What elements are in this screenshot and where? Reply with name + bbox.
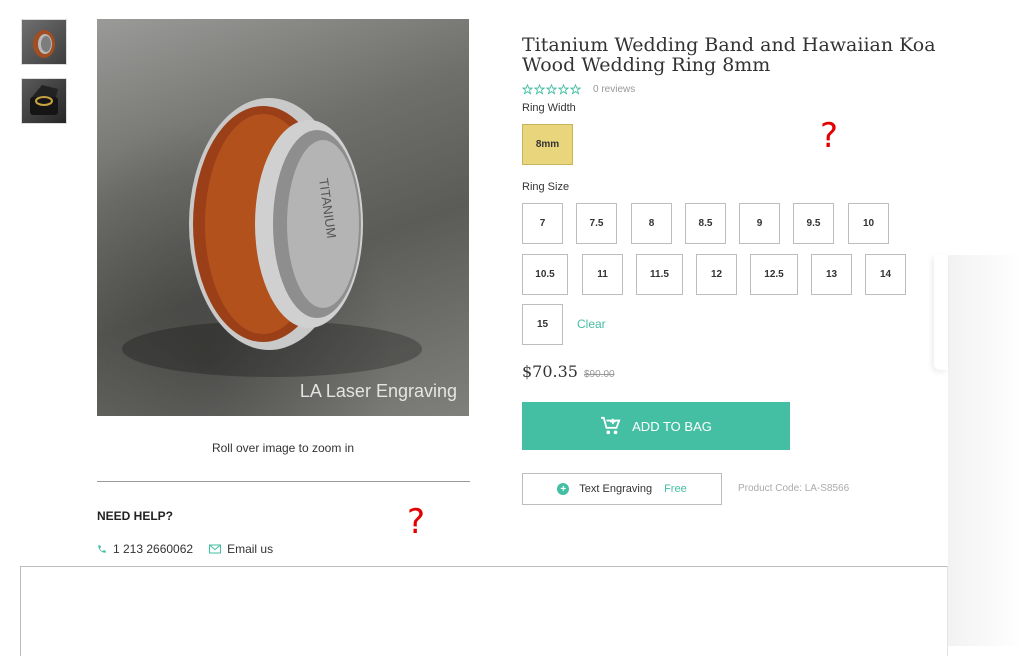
size-option[interactable]: 14 [865, 254, 906, 295]
add-to-bag-label[interactable]: ADD TO BAG [632, 419, 712, 434]
image-watermark: LA Laser Engraving [299, 381, 457, 401]
rating-row[interactable]: 0 reviews [522, 84, 635, 95]
product-main-image[interactable]: TITANIUM LA Laser Engraving [97, 19, 469, 416]
ring-size-label: Ring Size [522, 181, 570, 193]
engraving-label[interactable]: Text Engraving [579, 483, 652, 495]
help-links: 1 213 2660062 Email us [97, 542, 273, 556]
size-option[interactable]: 9 [739, 203, 780, 244]
ring-illustration: TITANIUM [122, 98, 422, 377]
star-icon [570, 84, 581, 95]
size-option[interactable]: 9.5 [793, 203, 834, 244]
text-engraving-button[interactable]: + Text Engraving Free [522, 473, 722, 505]
star-icon [534, 84, 545, 95]
zoom-hint: Roll over image to zoom in [211, 441, 355, 455]
side-panel-shadow [948, 255, 1024, 646]
size-option[interactable]: 10.5 [522, 254, 568, 295]
size-option[interactable]: 13 [811, 254, 852, 295]
product-code: Product Code: LA-S8566 [738, 483, 850, 494]
cart-plus-icon [600, 416, 622, 436]
price-block: $70.35 $90.00 [522, 362, 615, 381]
clear-selection-link[interactable]: Clear [577, 317, 606, 331]
reviews-count[interactable]: 0 reviews [593, 84, 635, 95]
side-panel-edge [934, 255, 948, 370]
thumbnail-ring-box[interactable] [21, 78, 67, 124]
plus-circle-icon: + [557, 483, 570, 495]
email-link[interactable]: Email us [209, 542, 273, 556]
star-icon [522, 84, 533, 95]
annotation-question-mark: ? [407, 502, 426, 542]
star-icon [546, 84, 557, 95]
star-icon [558, 84, 569, 95]
help-title: NEED HELP? [97, 509, 174, 523]
engraving-price: Free [664, 483, 687, 495]
size-option[interactable]: 15 [522, 304, 563, 345]
current-price: $70.35 [522, 362, 578, 381]
ring-width-label: Ring Width [522, 102, 576, 114]
size-option[interactable]: 7 [522, 203, 563, 244]
product-title: Titanium Wedding Band and Hawaiian Koa W… [522, 34, 936, 76]
envelope-icon [209, 544, 222, 554]
width-option[interactable]: 8mm [522, 124, 573, 165]
phone-number[interactable]: 1 213 2660062 [113, 542, 193, 556]
rating-stars [522, 84, 581, 95]
size-option[interactable]: 11 [582, 254, 623, 295]
original-price: $90.00 [583, 369, 615, 380]
size-option[interactable]: 7.5 [576, 203, 617, 244]
size-option[interactable]: 8.5 [685, 203, 726, 244]
phone-icon [97, 544, 107, 554]
size-option[interactable]: 11.5 [636, 254, 683, 295]
email-label[interactable]: Email us [227, 542, 273, 556]
size-option[interactable]: 8 [631, 203, 672, 244]
size-option[interactable]: 10 [848, 203, 889, 244]
size-option[interactable]: 12.5 [750, 254, 798, 295]
add-to-bag-button[interactable]: ADD TO BAG [522, 402, 790, 450]
size-option[interactable]: 12 [696, 254, 737, 295]
thumbnail-ring[interactable] [21, 19, 67, 65]
help-divider [97, 481, 470, 482]
lower-content-panel [20, 566, 948, 656]
annotation-question-mark: ? [820, 116, 839, 156]
